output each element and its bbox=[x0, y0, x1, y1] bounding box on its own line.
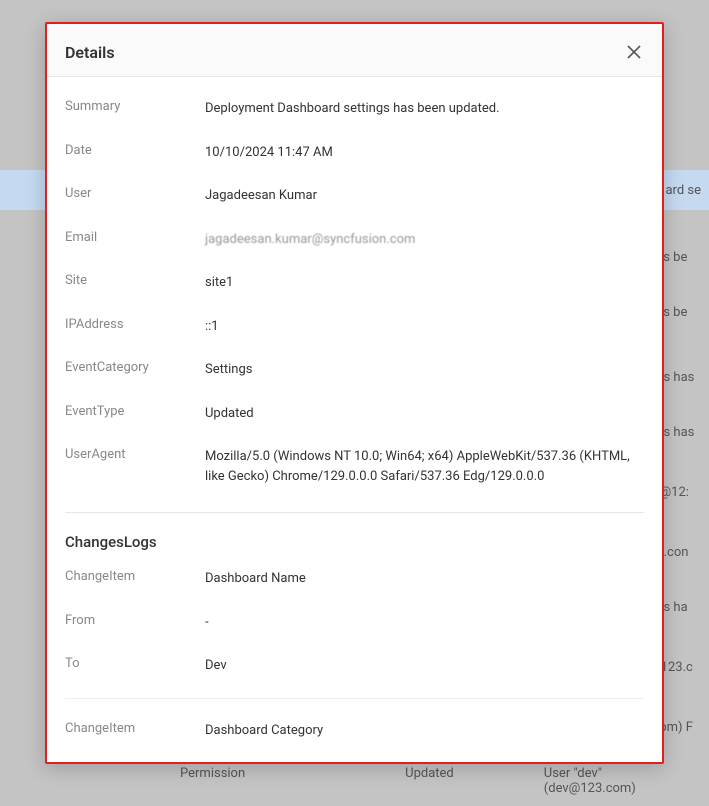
background-footer: Permission Updated User "dev" (dev@123.c… bbox=[0, 766, 709, 796]
detail-row: Sitesite1 bbox=[65, 261, 644, 305]
modal-header: Details bbox=[47, 24, 662, 77]
detail-value: ::1 bbox=[205, 317, 644, 337]
detail-row: Emailjagadeesan.kumar@syncfusion.com bbox=[65, 218, 644, 262]
detail-label: UserAgent bbox=[65, 447, 205, 462]
change-label-item: ChangeItem bbox=[65, 569, 205, 584]
detail-label: Site bbox=[65, 273, 205, 288]
detail-label: IPAddress bbox=[65, 317, 205, 332]
close-button[interactable] bbox=[624, 42, 644, 62]
close-icon bbox=[627, 45, 641, 59]
change-value-to: Dev bbox=[205, 656, 644, 676]
change-row: From- bbox=[65, 601, 644, 645]
detail-row: Date10/10/2024 11:47 AM bbox=[65, 131, 644, 175]
change-value-from: - bbox=[205, 613, 644, 633]
change-row: ToDev bbox=[65, 644, 644, 688]
detail-row: UserJagadeesan Kumar bbox=[65, 174, 644, 218]
detail-row: EventCategorySettings bbox=[65, 348, 644, 392]
detail-row: UserAgentMozilla/5.0 (Windows NT 10.0; W… bbox=[65, 435, 644, 498]
detail-row: EventTypeUpdated bbox=[65, 392, 644, 436]
modal-title: Details bbox=[65, 43, 115, 62]
change-label-from: From bbox=[65, 613, 205, 628]
change-row: ChangeItemDashboard Category bbox=[65, 709, 644, 753]
details-modal: Details SummaryDeployment Dashboard sett… bbox=[45, 22, 664, 764]
change-divider bbox=[65, 698, 644, 699]
change-label-to: To bbox=[65, 656, 205, 671]
detail-label: EventType bbox=[65, 404, 205, 419]
detail-row: IPAddress::1 bbox=[65, 305, 644, 349]
change-row: ChangeItemDashboard Name bbox=[65, 557, 644, 601]
detail-value: Mozilla/5.0 (Windows NT 10.0; Win64; x64… bbox=[205, 447, 644, 486]
detail-value: 10/10/2024 11:47 AM bbox=[205, 143, 644, 163]
detail-value: Deployment Dashboard settings has been u… bbox=[205, 99, 644, 119]
modal-body[interactable]: SummaryDeployment Dashboard settings has… bbox=[47, 77, 662, 762]
detail-label: User bbox=[65, 186, 205, 201]
change-value-item: Dashboard Category bbox=[205, 721, 644, 741]
detail-label: Summary bbox=[65, 99, 205, 114]
section-divider bbox=[65, 512, 644, 513]
detail-value: Updated bbox=[205, 404, 644, 424]
change-label-item: ChangeItem bbox=[65, 721, 205, 736]
detail-value: Jagadeesan Kumar bbox=[205, 186, 644, 206]
detail-value: jagadeesan.kumar@syncfusion.com bbox=[205, 230, 644, 250]
detail-value: Settings bbox=[205, 360, 644, 380]
detail-label: EventCategory bbox=[65, 360, 205, 375]
detail-label: Email bbox=[65, 230, 205, 245]
detail-row: SummaryDeployment Dashboard settings has… bbox=[65, 87, 644, 131]
change-row: From- bbox=[65, 752, 644, 762]
changes-logs-title: ChangesLogs bbox=[65, 521, 644, 557]
detail-value: site1 bbox=[205, 273, 644, 293]
change-value-item: Dashboard Name bbox=[205, 569, 644, 589]
detail-label: Date bbox=[65, 143, 205, 158]
